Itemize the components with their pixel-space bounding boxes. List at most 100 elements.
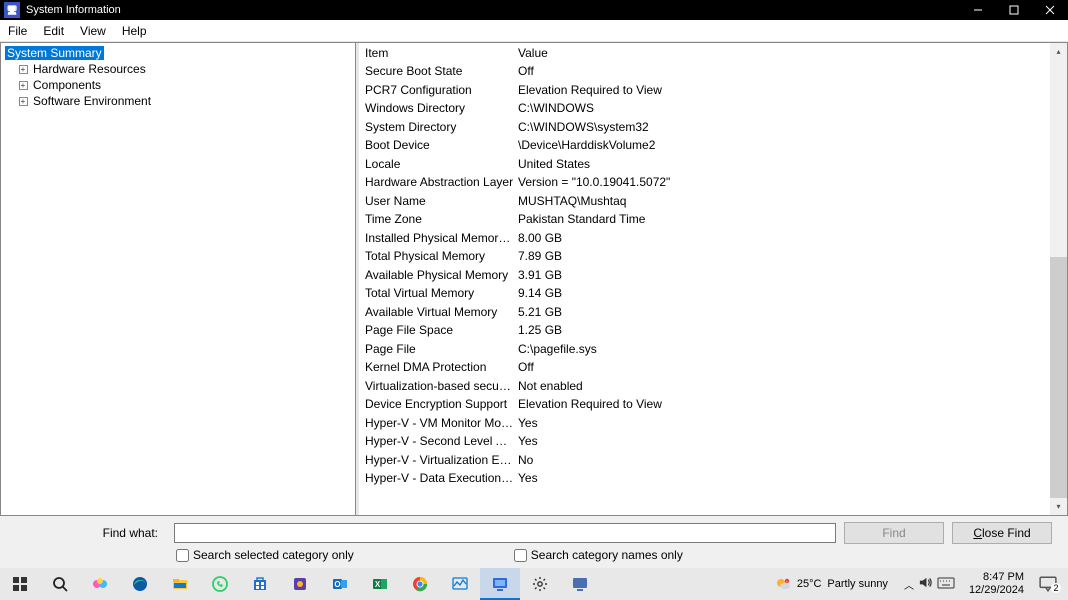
system-information-taskbar-icon[interactable]: [480, 568, 520, 600]
excel-icon[interactable]: X: [360, 568, 400, 600]
cell-value: Elevation Required to View: [514, 83, 1067, 97]
app-icon-monitor[interactable]: [560, 568, 600, 600]
cell-value: Off: [514, 360, 1067, 374]
search-icon[interactable]: [40, 568, 80, 600]
copilot-icon[interactable]: [80, 568, 120, 600]
svg-text:O: O: [334, 580, 340, 589]
titlebar: 🖥 System Information: [0, 0, 1068, 20]
clock[interactable]: 8:47 PM 12/29/2024: [961, 571, 1032, 597]
table-row[interactable]: Page FileC:\pagefile.sys: [359, 340, 1067, 359]
search-selected-checkbox[interactable]: Search selected category only: [176, 548, 354, 562]
cell-value: Yes: [514, 471, 1067, 485]
expand-icon[interactable]: +: [17, 63, 29, 75]
cell-value: Yes: [514, 416, 1067, 430]
cell-value: 3.91 GB: [514, 268, 1067, 282]
search-names-checkbox[interactable]: Search category names only: [514, 548, 683, 562]
table-row[interactable]: Boot Device\Device\HarddiskVolume2: [359, 136, 1067, 155]
table-row[interactable]: Installed Physical Memory (...8.00 GB: [359, 229, 1067, 248]
cell-item: Device Encryption Support: [359, 397, 514, 411]
tray-chevron-icon[interactable]: ︿: [904, 577, 914, 592]
cell-item: Page File Space: [359, 323, 514, 337]
maximize-button[interactable]: [996, 0, 1032, 20]
col-header-value[interactable]: Value: [514, 46, 1067, 60]
tree-root-system-summary[interactable]: System Summary: [5, 45, 355, 61]
table-row[interactable]: Virtualization-based securityNot enabled: [359, 377, 1067, 396]
app-icon-generic[interactable]: [280, 568, 320, 600]
svg-text:!: !: [786, 580, 787, 584]
system-tray[interactable]: ︿: [898, 575, 961, 593]
cell-value: C:\WINDOWS: [514, 101, 1067, 115]
weather-widget[interactable]: ! 25°C Partly sunny: [765, 576, 898, 592]
vertical-scrollbar[interactable]: ▴ ▾: [1050, 43, 1067, 515]
table-row[interactable]: Hardware Abstraction LayerVersion = "10.…: [359, 173, 1067, 192]
chrome-icon[interactable]: [400, 568, 440, 600]
file-explorer-icon[interactable]: [160, 568, 200, 600]
table-row[interactable]: Page File Space1.25 GB: [359, 321, 1067, 340]
volume-icon[interactable]: [918, 575, 933, 593]
table-row[interactable]: Total Virtual Memory9.14 GB: [359, 284, 1067, 303]
close-find-button[interactable]: Close Find: [952, 522, 1052, 544]
cell-value: C:\WINDOWS\system32: [514, 120, 1067, 134]
table-row[interactable]: Secure Boot StateOff: [359, 62, 1067, 81]
table-row[interactable]: Hyper-V - Second Level Ad...Yes: [359, 432, 1067, 451]
edge-icon[interactable]: [120, 568, 160, 600]
category-tree[interactable]: System Summary +Hardware Resources+Compo…: [1, 43, 356, 515]
find-bar: Find what: Find Close Find Search select…: [0, 516, 1068, 568]
task-manager-icon[interactable]: [440, 568, 480, 600]
scroll-thumb[interactable]: [1050, 257, 1067, 498]
expand-icon[interactable]: +: [17, 79, 29, 91]
menu-view[interactable]: View: [72, 22, 114, 40]
scroll-down-arrow[interactable]: ▾: [1050, 498, 1067, 515]
grid-header[interactable]: Item Value: [359, 43, 1067, 62]
table-row[interactable]: Available Virtual Memory5.21 GB: [359, 303, 1067, 322]
cell-item: System Directory: [359, 120, 514, 134]
find-button[interactable]: Find: [844, 522, 944, 544]
expand-icon[interactable]: +: [17, 95, 29, 107]
details-grid[interactable]: Item Value Secure Boot StateOffPCR7 Conf…: [359, 43, 1067, 515]
microsoft-store-icon[interactable]: [240, 568, 280, 600]
cell-value: Yes: [514, 434, 1067, 448]
table-row[interactable]: Total Physical Memory7.89 GB: [359, 247, 1067, 266]
scroll-up-arrow[interactable]: ▴: [1050, 43, 1067, 60]
table-row[interactable]: LocaleUnited States: [359, 155, 1067, 174]
settings-icon[interactable]: [520, 568, 560, 600]
table-row[interactable]: Hyper-V - Virtualization En...No: [359, 451, 1067, 470]
cell-item: Hardware Abstraction Layer: [359, 175, 514, 189]
cell-value: MUSHTAQ\Mushtaq: [514, 194, 1067, 208]
table-row[interactable]: Hyper-V - VM Monitor Mod...Yes: [359, 414, 1067, 433]
minimize-button[interactable]: [960, 0, 996, 20]
cell-value: Off: [514, 64, 1067, 78]
window-title: System Information: [24, 4, 960, 16]
close-button[interactable]: [1032, 0, 1068, 20]
menu-help[interactable]: Help: [114, 22, 155, 40]
table-row[interactable]: User NameMUSHTAQ\Mushtaq: [359, 192, 1067, 211]
table-row[interactable]: Available Physical Memory3.91 GB: [359, 266, 1067, 285]
cell-item: PCR7 Configuration: [359, 83, 514, 97]
start-button[interactable]: [0, 568, 40, 600]
table-row[interactable]: Time ZonePakistan Standard Time: [359, 210, 1067, 229]
checkbox-input[interactable]: [176, 549, 189, 562]
cell-item: User Name: [359, 194, 514, 208]
tree-item[interactable]: +Components: [17, 77, 355, 93]
col-header-item[interactable]: Item: [359, 46, 514, 60]
keyboard-icon[interactable]: [937, 576, 955, 593]
whatsapp-icon[interactable]: [200, 568, 240, 600]
tree-item[interactable]: +Software Environment: [17, 93, 355, 109]
table-row[interactable]: PCR7 ConfigurationElevation Required to …: [359, 81, 1067, 100]
table-row[interactable]: Kernel DMA ProtectionOff: [359, 358, 1067, 377]
outlook-icon[interactable]: O: [320, 568, 360, 600]
cell-value: 5.21 GB: [514, 305, 1067, 319]
table-row[interactable]: Windows DirectoryC:\WINDOWS: [359, 99, 1067, 118]
table-row[interactable]: Hyper-V - Data Execution P...Yes: [359, 469, 1067, 488]
scroll-track[interactable]: [1050, 60, 1067, 498]
checkbox-input[interactable]: [514, 549, 527, 562]
find-input[interactable]: [174, 523, 836, 543]
cell-item: Hyper-V - Data Execution P...: [359, 471, 514, 485]
menu-file[interactable]: File: [0, 22, 35, 40]
notification-center-icon[interactable]: 2: [1032, 575, 1068, 593]
table-row[interactable]: System DirectoryC:\WINDOWS\system32: [359, 118, 1067, 137]
tree-item[interactable]: +Hardware Resources: [17, 61, 355, 77]
table-row[interactable]: Device Encryption SupportElevation Requi…: [359, 395, 1067, 414]
clock-date: 12/29/2024: [969, 584, 1024, 597]
menu-edit[interactable]: Edit: [35, 22, 72, 40]
